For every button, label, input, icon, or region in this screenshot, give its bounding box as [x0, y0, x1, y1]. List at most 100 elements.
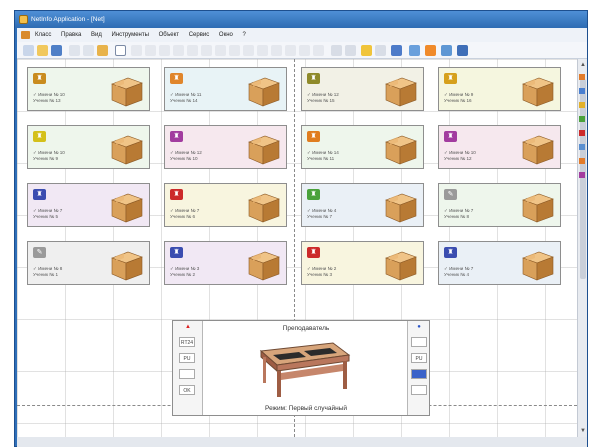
save-icon[interactable] [51, 45, 62, 56]
open-icon[interactable] [37, 45, 48, 56]
tool-icon-3[interactable] [159, 45, 170, 56]
station-name: Ученик № 10 [170, 156, 198, 161]
teacher-station[interactable]: ▲ RT24 PU OK Преподаватель Режим: Первый… [172, 320, 430, 416]
lightbulb-icon[interactable] [361, 45, 372, 56]
menu-item-edit[interactable]: Правка [61, 32, 81, 38]
student-avatar-icon: ♜ [33, 189, 46, 200]
student-station[interactable]: ♜ ✓ Имени № 7 Ученик № 6 [164, 183, 287, 227]
student-station[interactable]: ♜ ✓ Имени № 3 Ученик № 2 [164, 241, 287, 285]
station-text: ✓ Имени № 9 Ученик № 16 [444, 92, 473, 104]
student-station[interactable]: ♜ ✓ Имени № 12 Ученик № 15 [301, 67, 424, 111]
tool-icon-16[interactable] [345, 45, 356, 56]
student-station[interactable]: ✎ ✓ Имени № 8 Ученик № 1 [27, 241, 150, 285]
student-station[interactable]: ♜ ✓ Имени № 4 Ученик № 7 [301, 183, 424, 227]
station-text: ✓ Имени № 8 Ученик № 1 [33, 266, 62, 278]
tool-icon-8[interactable] [229, 45, 240, 56]
teacher-title: Преподаватель [282, 325, 330, 332]
scroll-up-icon[interactable]: ▲ [579, 61, 587, 69]
station-text: ✓ Имени № 4 Ученик № 7 [307, 208, 336, 220]
tool-icon-11[interactable] [271, 45, 282, 56]
menu-item-window[interactable]: Окно [219, 32, 233, 38]
station-inner: ♜ ✓ Имени № 12 Ученик № 15 [304, 70, 421, 108]
right-edge-strip [576, 70, 588, 250]
monitor-icon[interactable] [457, 45, 468, 56]
station-inner: ♜ ✓ Имени № 7 Ученик № 6 [167, 186, 284, 224]
student-station[interactable]: ♜ ✓ Имени № 9 Ученик № 16 [438, 67, 561, 111]
student-station[interactable]: ♜ ✓ Имени № 10 Ученик № 9 [27, 125, 150, 169]
student-station[interactable]: ♜ ✓ Имени № 14 Ученик № 11 [301, 125, 424, 169]
station-name: Ученик № 9 [33, 156, 59, 161]
tool-icon-5[interactable] [187, 45, 198, 56]
teacher-right-btn-2[interactable]: PU [411, 353, 427, 363]
cut-icon[interactable] [69, 45, 80, 56]
tool-icon-14[interactable] [313, 45, 324, 56]
student-station[interactable]: ♜ ✓ Имени № 10 Ученик № 12 [438, 125, 561, 169]
station-text: ✓ Имени № 3 Ученик № 2 [170, 266, 199, 278]
box-icon [519, 72, 555, 108]
tool-icon-2[interactable] [145, 45, 156, 56]
teacher-right-btn-3[interactable] [411, 369, 427, 379]
copy-icon[interactable] [83, 45, 94, 56]
menu-item-class[interactable]: Класс [35, 32, 51, 38]
teacher-left-btn-2[interactable]: PU [179, 353, 195, 363]
student-avatar-icon: ✎ [444, 189, 457, 200]
menu-item-view[interactable]: Вид [91, 32, 102, 38]
menu-item-service[interactable]: Сервис [189, 32, 210, 38]
menu-item-object[interactable]: Объект [159, 32, 179, 38]
student-station[interactable]: ♜ ✓ Имени № 7 Ученик № 5 [27, 183, 150, 227]
station-text: ✓ Имени № 11 Ученик № 14 [170, 92, 202, 104]
teacher-left-btn-4[interactable]: OK [179, 385, 195, 395]
student-avatar-icon: ♜ [307, 131, 320, 142]
phone-icon[interactable] [391, 45, 402, 56]
box-icon [382, 130, 418, 166]
tool-icon-10[interactable] [257, 45, 268, 56]
menu-item-help[interactable]: ? [243, 32, 246, 38]
tool-icon-12[interactable] [285, 45, 296, 56]
station-name: Ученик № 6 [170, 214, 196, 219]
teacher-right-panel: ● PU [407, 321, 429, 415]
lock-icon[interactable] [425, 45, 436, 56]
station-inner: ♜ ✓ Имени № 10 Ученик № 9 [30, 128, 147, 166]
station-name: Ученик № 11 [307, 156, 335, 161]
box-icon [382, 188, 418, 224]
student-station[interactable]: ♜ ✓ Имени № 10 Ученик № 13 [27, 67, 150, 111]
tool-icon-15[interactable] [331, 45, 342, 56]
student-avatar-icon: ♜ [33, 131, 46, 142]
new-icon[interactable] [23, 45, 34, 56]
student-station[interactable]: ♜ ✓ Имени № 2 Ученик № 3 [301, 241, 424, 285]
tool-icon-7[interactable] [215, 45, 226, 56]
station-text: ✓ Имени № 7 Ученик № 5 [33, 208, 62, 220]
menu-icon[interactable] [21, 31, 30, 39]
station-name: Ученик № 15 [307, 98, 335, 103]
student-station[interactable]: ♜ ✓ Имени № 12 Ученик № 10 [164, 125, 287, 169]
tool-icon-4[interactable] [173, 45, 184, 56]
student-avatar-icon: ♜ [444, 131, 457, 142]
teacher-left-btn-3[interactable] [179, 369, 195, 379]
student-station[interactable]: ♜ ✓ Имени № 7 Ученик № 4 [438, 241, 561, 285]
tool-icon-9[interactable] [243, 45, 254, 56]
help-icon[interactable] [375, 45, 386, 56]
box-icon [108, 72, 144, 108]
station-inner: ♜ ✓ Имени № 7 Ученик № 4 [441, 244, 558, 282]
student-station[interactable]: ♜ ✓ Имени № 11 Ученик № 14 [164, 67, 287, 111]
station-inner: ♜ ✓ Имени № 7 Ученик № 5 [30, 186, 147, 224]
student-avatar-icon: ✎ [33, 247, 46, 258]
station-name: Ученик № 14 [170, 98, 198, 103]
strip-icon-6 [579, 144, 585, 150]
student-station[interactable]: ✎ ✓ Имени № 7 Ученик № 8 [438, 183, 561, 227]
teacher-left-btn-1[interactable]: RT24 [179, 337, 195, 347]
strip-icon-2 [579, 88, 585, 94]
pointer-icon[interactable] [115, 45, 126, 56]
teacher-right-btn-1[interactable] [411, 337, 427, 347]
app-window: NetInfo Application - [Net] Класс Правка… [14, 10, 588, 447]
classroom-canvas[interactable]: ♜ ✓ Имени № 10 Ученик № 13 ♜ ✓ Имени № 11 Уче… [17, 59, 577, 437]
screen-icon[interactable] [441, 45, 452, 56]
paste-icon[interactable] [97, 45, 108, 56]
tool-icon-6[interactable] [201, 45, 212, 56]
chat-icon[interactable] [409, 45, 420, 56]
tool-icon-13[interactable] [299, 45, 310, 56]
menu-item-tools[interactable]: Инструменты [112, 32, 149, 38]
scroll-down-icon[interactable]: ▼ [579, 427, 587, 435]
teacher-right-btn-4[interactable] [411, 385, 427, 395]
tool-icon-1[interactable] [131, 45, 142, 56]
